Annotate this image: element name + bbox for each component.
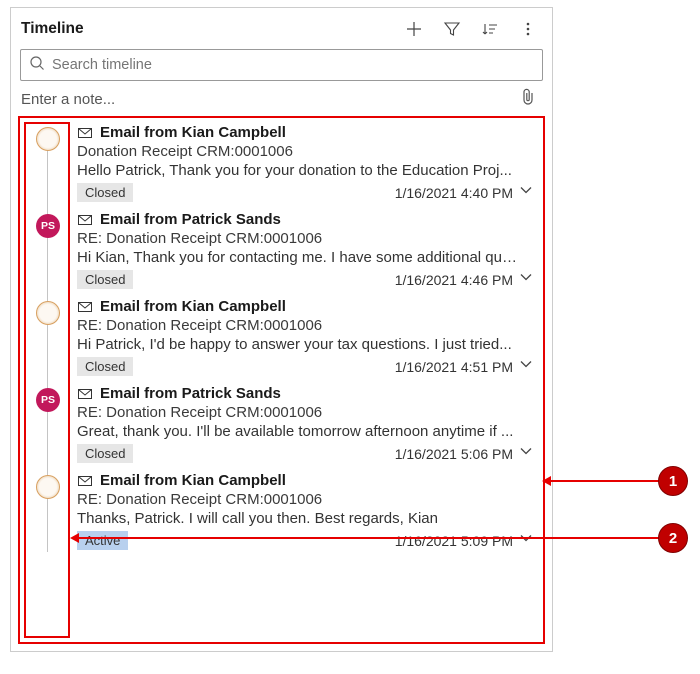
chevron-down-icon[interactable] bbox=[519, 183, 533, 202]
note-row[interactable]: Enter a note... bbox=[11, 87, 552, 114]
item-subject: RE: Donation Receipt CRM:0001006 bbox=[77, 317, 535, 334]
mail-icon bbox=[77, 473, 93, 489]
chevron-down-icon[interactable] bbox=[519, 531, 533, 550]
avatar bbox=[36, 127, 60, 151]
item-preview: Great, thank you. I'll be available tomo… bbox=[77, 423, 522, 440]
status-badge: Closed bbox=[77, 357, 133, 376]
item-title: Email from Patrick Sands bbox=[100, 211, 281, 228]
mail-icon bbox=[77, 386, 93, 402]
mail-icon bbox=[77, 125, 93, 141]
item-footer: Closed 1/16/2021 5:06 PM bbox=[77, 444, 535, 463]
timeline-body: Email from Kian Campbell Donation Receipt… bbox=[18, 116, 545, 644]
callout-2: 2 bbox=[658, 523, 688, 553]
timeline-item[interactable]: PS Email from Patrick Sands RE: Donation R… bbox=[20, 379, 543, 466]
item-body: Email from Kian Campbell RE: Donation Rec… bbox=[77, 298, 535, 376]
item-title: Email from Patrick Sands bbox=[100, 385, 281, 402]
item-title-row: Email from Patrick Sands bbox=[77, 385, 535, 402]
footer-right: 1/16/2021 4:51 PM bbox=[395, 357, 533, 376]
footer-right: 1/16/2021 5:09 PM bbox=[395, 531, 533, 550]
item-body: Email from Patrick Sands RE: Donation Rec… bbox=[77, 385, 535, 463]
panel-header: Timeline bbox=[11, 8, 552, 49]
more-icon[interactable] bbox=[514, 15, 542, 43]
item-title: Email from Kian Campbell bbox=[100, 124, 286, 141]
item-subject: RE: Donation Receipt CRM:0001006 bbox=[77, 404, 535, 421]
timestamp: 1/16/2021 5:06 PM bbox=[395, 446, 513, 462]
status-badge: Closed bbox=[77, 270, 133, 289]
timeline-item[interactable]: Email from Kian Campbell Donation Receipt… bbox=[20, 118, 543, 205]
add-icon[interactable] bbox=[400, 15, 428, 43]
search-input[interactable] bbox=[52, 57, 534, 73]
mail-icon bbox=[77, 212, 93, 228]
timestamp: 1/16/2021 4:46 PM bbox=[395, 272, 513, 288]
timestamp: 1/16/2021 4:40 PM bbox=[395, 185, 513, 201]
item-title-row: Email from Kian Campbell bbox=[77, 298, 535, 315]
item-footer: Closed 1/16/2021 4:51 PM bbox=[77, 357, 535, 376]
sort-icon[interactable] bbox=[476, 15, 504, 43]
item-title: Email from Kian Campbell bbox=[100, 472, 286, 489]
callout-1-arrow bbox=[550, 480, 662, 482]
item-subject: RE: Donation Receipt CRM:0001006 bbox=[77, 230, 535, 247]
item-body: Email from Kian Campbell Donation Receipt… bbox=[77, 124, 535, 202]
timeline-panel: Timeline Enter a note... bbox=[10, 7, 553, 652]
callout-2-arrow bbox=[78, 537, 662, 539]
panel-title: Timeline bbox=[21, 20, 84, 38]
avatar: PS bbox=[36, 388, 60, 412]
item-title-row: Email from Kian Campbell bbox=[77, 124, 535, 141]
header-actions bbox=[400, 15, 542, 43]
status-badge: Closed bbox=[77, 183, 133, 202]
callout-1-arrowhead bbox=[542, 476, 551, 486]
footer-right: 1/16/2021 4:40 PM bbox=[395, 183, 533, 202]
item-title: Email from Kian Campbell bbox=[100, 298, 286, 315]
timestamp: 1/16/2021 5:09 PM bbox=[395, 533, 513, 549]
search-box[interactable] bbox=[20, 49, 543, 81]
avatar bbox=[36, 301, 60, 325]
timeline-item[interactable]: Email from Kian Campbell RE: Donation Rec… bbox=[20, 466, 543, 553]
search-icon bbox=[29, 55, 45, 76]
item-subject: Donation Receipt CRM:0001006 bbox=[77, 143, 535, 160]
callout-1: 1 bbox=[658, 466, 688, 496]
status-badge: Closed bbox=[77, 444, 133, 463]
timestamp: 1/16/2021 4:51 PM bbox=[395, 359, 513, 375]
item-preview: Hi Kian, Thank you for contacting me. I … bbox=[77, 249, 522, 266]
item-subject: RE: Donation Receipt CRM:0001006 bbox=[77, 491, 535, 508]
item-footer: Closed 1/16/2021 4:40 PM bbox=[77, 183, 535, 202]
timeline-item[interactable]: Email from Kian Campbell RE: Donation Rec… bbox=[20, 292, 543, 379]
avatar bbox=[36, 475, 60, 499]
mail-icon bbox=[77, 299, 93, 315]
item-preview: Hello Patrick, Thank you for your donati… bbox=[77, 162, 522, 179]
footer-right: 1/16/2021 4:46 PM bbox=[395, 270, 533, 289]
item-footer: Closed 1/16/2021 4:46 PM bbox=[77, 270, 535, 289]
item-title-row: Email from Patrick Sands bbox=[77, 211, 535, 228]
note-placeholder: Enter a note... bbox=[21, 91, 115, 108]
chevron-down-icon[interactable] bbox=[519, 270, 533, 289]
item-body: Email from Patrick Sands RE: Donation Rec… bbox=[77, 211, 535, 289]
avatar: PS bbox=[36, 214, 60, 238]
callout-2-arrowhead bbox=[70, 533, 79, 543]
search-row bbox=[11, 49, 552, 87]
item-footer: Active 1/16/2021 5:09 PM bbox=[77, 531, 535, 550]
item-preview: Hi Patrick, I'd be happy to answer your … bbox=[77, 336, 522, 353]
chevron-down-icon[interactable] bbox=[519, 444, 533, 463]
item-title-row: Email from Kian Campbell bbox=[77, 472, 535, 489]
chevron-down-icon[interactable] bbox=[519, 357, 533, 376]
item-preview: Thanks, Patrick. I will call you then. B… bbox=[77, 510, 522, 527]
timeline-item[interactable]: PS Email from Patrick Sands RE: Donation R… bbox=[20, 205, 543, 292]
footer-right: 1/16/2021 5:06 PM bbox=[395, 444, 533, 463]
filter-icon[interactable] bbox=[438, 15, 466, 43]
attachment-icon[interactable] bbox=[520, 88, 536, 111]
status-badge: Active bbox=[77, 531, 128, 550]
